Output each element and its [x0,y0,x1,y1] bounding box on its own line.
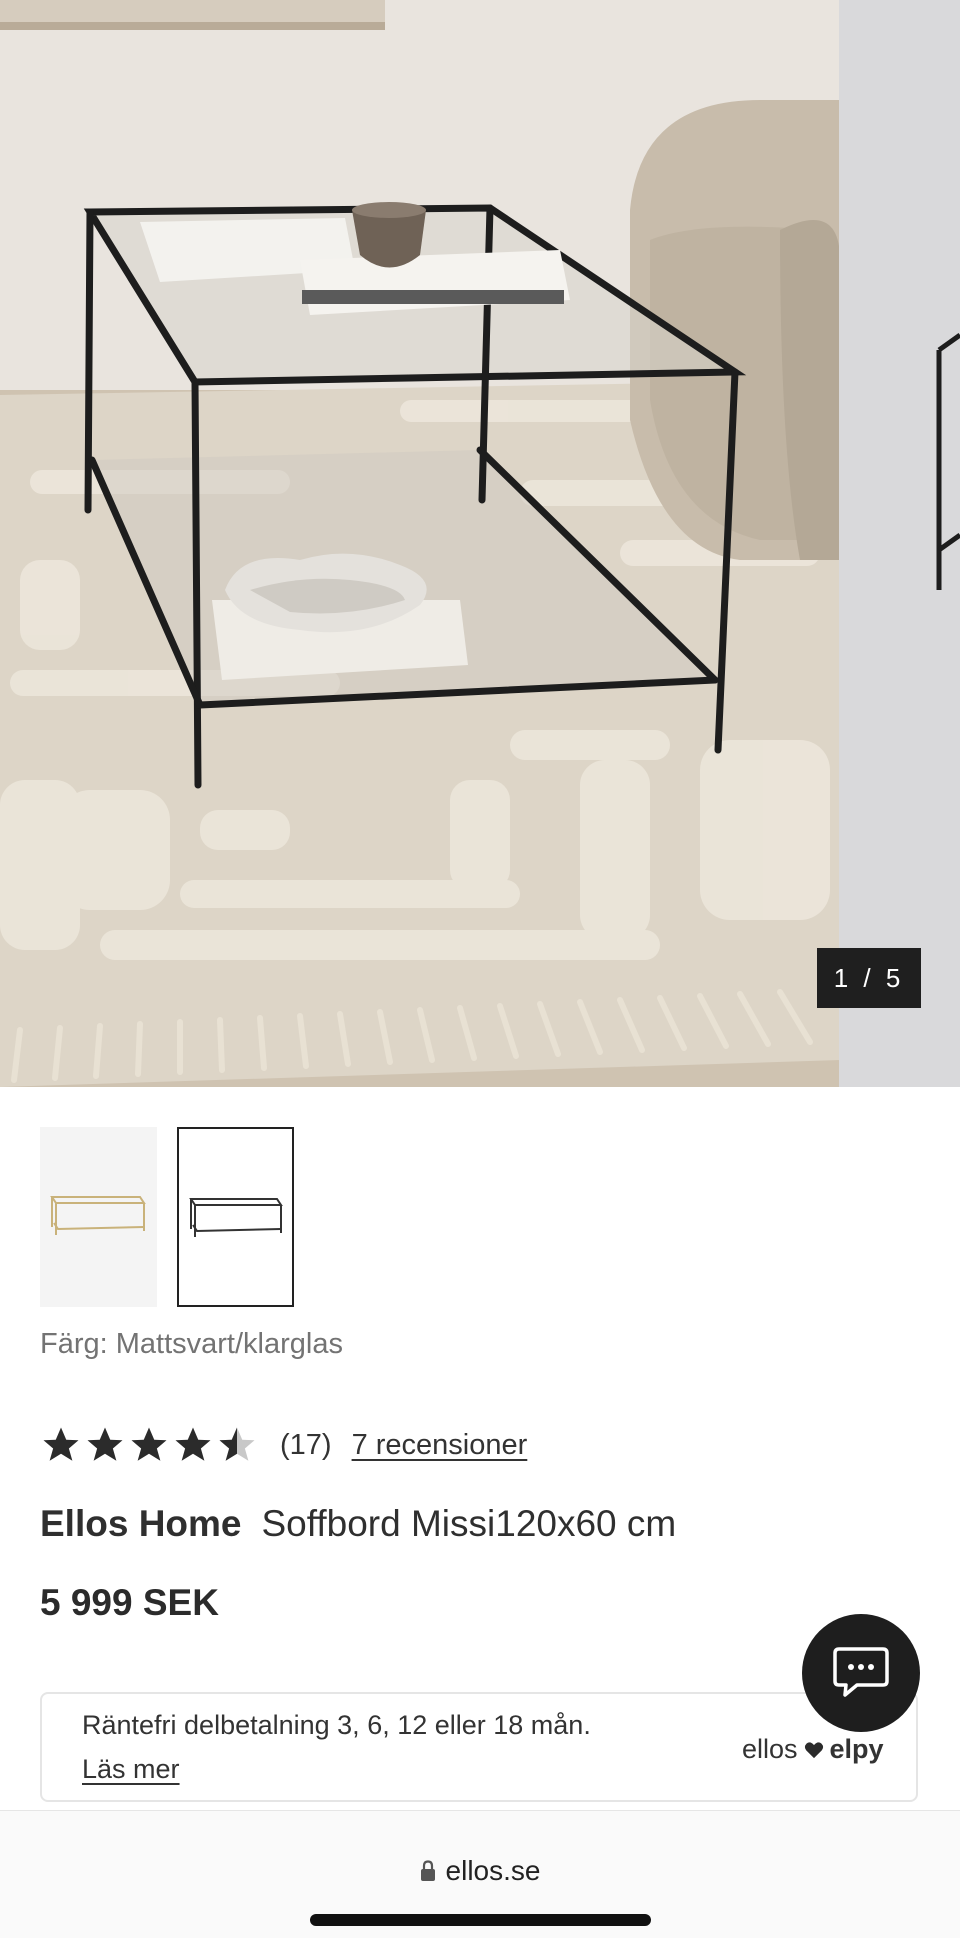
product-image-carousel[interactable]: 1 / 5 [0,0,960,1087]
address-bar[interactable]: ellos.se [0,1855,960,1887]
reviews-link[interactable]: 7 recensioner [352,1429,528,1462]
chat-bubble-icon [833,1647,889,1697]
elpy-logo-text: elpy [829,1734,884,1764]
image-counter: 1 / 5 [817,948,921,1008]
next-product-photo [936,332,960,590]
read-more-link[interactable]: Läs mer [82,1754,180,1785]
home-indicator[interactable] [310,1914,651,1926]
product-name: Soffbord Missi120x60 cm [261,1503,677,1544]
product-title: Ellos Home Soffbord Missi120x60 cm [40,1503,676,1545]
gold-table-thumbnail [50,1196,146,1235]
black-table-thumbnail [189,1198,283,1237]
next-slide-peek[interactable] [839,0,960,1087]
rating-stars [40,1424,258,1466]
rating-row: (17) 7 recensioner [40,1420,527,1470]
rating-count: (17) [280,1428,332,1461]
thumbnail-black-variant[interactable] [177,1127,294,1307]
product-photo [0,0,840,1087]
heart-icon [804,1741,823,1758]
product-brand[interactable]: Ellos Home [40,1503,242,1544]
star-icon [87,1427,123,1461]
star-icon [175,1427,211,1461]
chat-button[interactable] [802,1614,920,1732]
color-label: Färg: Mattsvart/klarglas [40,1328,343,1360]
half-star-icon [219,1427,255,1461]
url-text: ellos.se [445,1855,541,1886]
financing-banner: Räntefri delbetalning 3, 6, 12 eller 18 … [40,1692,918,1802]
product-price: 5 999 SEK [40,1582,219,1623]
variant-thumbnails [40,1127,294,1307]
browser-bottom-bar: ellos.se [0,1810,960,1938]
lock-icon [420,1860,435,1881]
star-icon [131,1427,167,1461]
ellos-elpy-logo: ellos elpy [742,1734,884,1765]
thumbnail-gold-variant[interactable] [40,1127,157,1307]
ellos-logo-text: ellos [742,1734,798,1764]
financing-text: Räntefri delbetalning 3, 6, 12 eller 18 … [82,1710,591,1740]
star-icon [43,1427,79,1461]
